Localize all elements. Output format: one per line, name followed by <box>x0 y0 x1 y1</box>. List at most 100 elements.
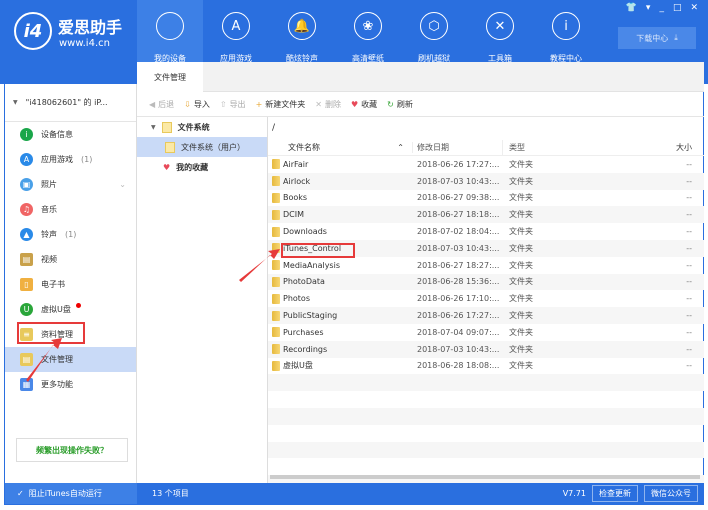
favorite-button[interactable]: ♥ 收藏 <box>351 99 377 110</box>
folder-icon <box>272 209 280 220</box>
column-type[interactable]: 类型 <box>503 142 623 153</box>
download-center-button[interactable]: 下载中心 ⤓ <box>618 27 696 49</box>
path-bar[interactable]: / <box>268 117 704 140</box>
table-row[interactable]: Airlock 2018-07-03 10:43:... 文件夹 -- <box>268 172 704 190</box>
sidebar-item[interactable]: U 虚拟U盘 <box>5 297 136 322</box>
sidebar-item-label: 更多功能 <box>41 380 73 389</box>
folder-icon <box>165 141 175 153</box>
help-button[interactable]: 频繁出现操作失败？ <box>16 438 128 462</box>
device-selector[interactable]: ▼ "i418062601" 的 iP... <box>5 84 136 122</box>
tree-node-label: 我的收藏 <box>176 162 209 172</box>
info-icon: i <box>552 12 580 40</box>
sidebar-item[interactable]: i 设备信息 <box>5 122 136 147</box>
file-name: Recordings <box>283 344 328 354</box>
column-name[interactable]: 文件名称 ⌃ <box>268 142 413 153</box>
import-button[interactable]: ⇩ 导入 <box>184 99 210 110</box>
file-name: PhotoData <box>283 277 325 287</box>
file-size: -- <box>686 176 692 186</box>
file-list: / 文件名称 ⌃ 修改日期 类型 大小 AirFair 2018-06-26 17:… <box>268 117 704 492</box>
folder-icon <box>161 121 172 133</box>
column-date[interactable]: 修改日期 <box>413 139 503 156</box>
logo: i4 爱思助手 www.i4.cn <box>14 12 122 50</box>
table-row[interactable]: AirFair 2018-06-26 17:27:... 文件夹 -- <box>268 156 704 173</box>
file-type: 文件夹 <box>509 210 533 220</box>
table-row[interactable]: 虚拟U盘 2018-06-28 18:08:... 文件夹 -- <box>268 358 704 375</box>
table-row[interactable]: Photos 2018-06-26 17:10:... 文件夹 -- <box>268 290 704 307</box>
tree-node-user-filesystem[interactable]: 文件系统（用户） <box>137 137 267 157</box>
table-row[interactable]: Books 2018-06-27 09:38:... 文件夹 -- <box>268 190 704 207</box>
sidebar-item-count: (1) <box>81 155 93 164</box>
file-size: -- <box>686 159 692 169</box>
empty-row <box>268 458 704 475</box>
bell-icon: 🔔 <box>288 12 316 40</box>
sidebar-item[interactable]: ♫ 音乐 <box>5 197 136 222</box>
file-date: 2018-06-28 18:08:... <box>417 361 500 371</box>
minimize-icon[interactable]: _ <box>659 3 664 13</box>
new-folder-button[interactable]: + 新建文件夹 <box>256 99 306 110</box>
wechat-button[interactable]: 微信公众号 <box>644 485 698 502</box>
folder-icon <box>272 360 280 371</box>
maximize-icon[interactable]: □ <box>673 3 682 13</box>
sidebar-item[interactable]: ▯ 电子书 <box>5 272 136 297</box>
refresh-button[interactable]: ↻ 刷新 <box>387 99 413 110</box>
tree-node-favorites[interactable]: ♥ 我的收藏 <box>137 157 267 177</box>
tab-bar: 文件管理 <box>137 62 704 93</box>
close-icon[interactable]: ✕ <box>690 3 698 13</box>
table-row[interactable]: DCIM 2018-06-27 18:18:... 文件夹 -- <box>268 206 704 224</box>
file-name: Purchases <box>283 327 324 337</box>
sidebar-item-label: 音乐 <box>41 205 57 214</box>
folder-icon <box>272 159 280 170</box>
sidebar-item[interactable]: A 应用游戏 (1) <box>5 147 136 172</box>
export-button[interactable]: ⇧ 导出 <box>220 99 246 110</box>
file-size: -- <box>686 243 692 253</box>
file-name: Photos <box>283 294 310 304</box>
version: V7.71 <box>562 489 586 498</box>
horizontal-scrollbar[interactable] <box>270 475 700 479</box>
file-name: Books <box>283 193 308 203</box>
file-size: -- <box>686 227 692 237</box>
file-type: 文件夹 <box>509 243 533 253</box>
sidebar-item[interactable]: ▤ 视频 <box>5 247 136 272</box>
table-row[interactable]: PublicStaging 2018-06-26 17:27:... 文件夹 -- <box>268 307 704 324</box>
tree-node-filesystem[interactable]: ▼ 文件系统 <box>137 117 267 137</box>
file-date: 2018-07-04 09:07:... <box>417 327 500 337</box>
file-name: 虚拟U盘 <box>283 361 313 371</box>
table-row[interactable]: PhotoData 2018-06-28 15:36:... 文件夹 -- <box>268 273 704 291</box>
sidebar-item[interactable]: ▤ 文件管理 <box>5 347 136 372</box>
sidebar-item-icon: ▣ <box>20 178 33 191</box>
tab-file-manager[interactable]: 文件管理 <box>137 62 203 93</box>
sidebar-item-label: 铃声 <box>41 230 57 239</box>
sidebar-item[interactable]: ▲ 铃声 (1) <box>5 222 136 247</box>
check-update-button[interactable]: 检查更新 <box>592 485 638 502</box>
back-button[interactable]: ◀ 后退 <box>149 99 174 110</box>
tree-node-label: 文件系统（用户） <box>181 142 245 152</box>
notification-dot <box>76 303 81 308</box>
table-row[interactable]: Purchases 2018-07-04 09:07:... 文件夹 -- <box>268 324 704 341</box>
file-date: 2018-07-03 10:43:... <box>417 176 500 186</box>
tree-node-label: 文件系统 <box>177 122 210 132</box>
file-size: -- <box>686 344 692 354</box>
sidebar-item[interactable]: ▦ 更多功能 <box>5 372 136 397</box>
file-type: 文件夹 <box>509 311 533 321</box>
sidebar-item-label: 照片 <box>41 180 57 189</box>
table-row[interactable]: Downloads 2018-07-02 18:04:... 文件夹 -- <box>268 223 704 240</box>
file-date: 2018-06-26 17:27:... <box>417 159 500 169</box>
file-date: 2018-07-02 18:04:... <box>417 227 500 237</box>
i4-logo-icon: i4 <box>14 12 52 50</box>
appstore-icon: A <box>222 12 250 40</box>
table-row[interactable]: MediaAnalysis 2018-06-27 18:27:... 文件夹 -- <box>268 257 704 274</box>
skin-icon[interactable]: 👕 <box>626 3 637 13</box>
sidebar-item[interactable]: ▣ 照片 ⌄ <box>5 172 136 197</box>
folder-icon <box>272 344 280 355</box>
empty-row <box>268 425 704 442</box>
logo-url: www.i4.cn <box>59 37 110 49</box>
sidebar-item-icon: A <box>20 153 33 166</box>
favorite-label: 收藏 <box>361 99 378 109</box>
block-itunes-toggle[interactable]: ✓ 阻止iTunes自动运行 <box>5 483 137 504</box>
table-row[interactable]: Recordings 2018-07-03 10:43:... 文件夹 -- <box>268 340 704 358</box>
menu-icon[interactable]: ▾ <box>646 3 651 13</box>
delete-icon: ✕ <box>315 99 322 109</box>
delete-button[interactable]: ✕ 删除 <box>315 99 341 110</box>
column-size[interactable]: 大小 <box>623 142 704 153</box>
file-date: 2018-07-03 10:43:... <box>417 243 500 253</box>
